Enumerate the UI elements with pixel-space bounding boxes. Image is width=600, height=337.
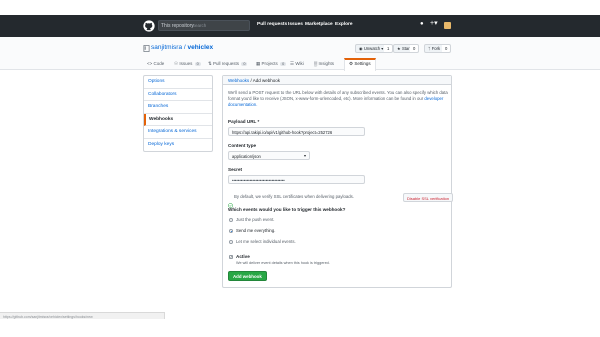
breadcrumb-webhooks-link[interactable]: Webhooks (228, 78, 249, 83)
active-note: We will deliver event details when this … (236, 261, 330, 265)
star-icon: ★ (397, 46, 401, 51)
add-webhook-panel: Webhooks / Add webhook We'll send a POST… (222, 75, 454, 288)
checkmark-icon: ✓ (230, 255, 233, 259)
content-type-value: application/json (232, 153, 261, 159)
radio-send-everything-label: Send me everything. (236, 228, 276, 233)
tab-pull-requests-count: 0 (241, 62, 248, 66)
repo-header: sanjitmisra / vehiclex ◉ Unwatch ▾ 1 ★ S… (0, 37, 600, 71)
nav-explore[interactable]: Explore (335, 22, 353, 27)
radio-push-event[interactable] (229, 218, 233, 222)
tab-issues-count: 0 (194, 62, 201, 66)
tab-projects-count: 0 (280, 62, 287, 66)
repo-owner-link[interactable]: sanjitmisra (151, 44, 182, 51)
secret-label: Secret (228, 167, 243, 172)
active-label: Active (236, 254, 250, 259)
code-icon: <> (147, 61, 153, 66)
sidebar-item-deploy-keys[interactable]: Deploy keys (144, 139, 212, 152)
tab-code-label: Code (153, 61, 165, 66)
tab-pull-requests[interactable]: ⇅ Pull requests 0 (208, 59, 248, 70)
sidebar-item-integrations[interactable]: Integrations & services (144, 126, 212, 139)
ssl-note: By default, we verify SSL certificates w… (234, 194, 354, 199)
tab-projects-label: Projects (261, 61, 278, 66)
nav-marketplace[interactable]: Marketplace (305, 22, 333, 27)
tab-projects[interactable]: ▦ Projects 0 (256, 59, 287, 70)
top-navbar: This repository Search Pull requests Iss… (0, 15, 600, 37)
intro-line-1: We'll send a POST request to the URL bel… (228, 90, 448, 95)
tab-code[interactable]: <> Code (147, 59, 164, 70)
sidebar-item-options[interactable]: Options (144, 76, 212, 89)
issue-icon: ☉ (174, 61, 179, 66)
developer-docs-link-text-2: documentation. (228, 102, 258, 107)
content-type-label: Content type (228, 143, 257, 148)
unwatch-button[interactable]: ◉ Unwatch ▾ (355, 44, 388, 53)
tab-wiki-label: Wiki (295, 61, 304, 66)
radio-individual-events-label: Let me select individual events. (236, 239, 296, 244)
github-logo-icon[interactable] (143, 20, 155, 32)
events-question: Which events would you like to trigger t… (228, 207, 346, 212)
intro-text: We'll send a POST request to the URL bel… (228, 90, 450, 108)
developer-docs-link-text: developer (424, 96, 444, 101)
fork-icon: ᛉ (428, 46, 431, 51)
repo-icon (143, 45, 150, 52)
tab-settings-label: Settings (354, 61, 371, 66)
settings-sidebar: Options Collaborators Branches Webhooks … (143, 75, 213, 152)
nav-issues[interactable]: Issues (288, 22, 303, 27)
fork-count[interactable]: 0 (442, 44, 452, 53)
watch-count[interactable]: 1 (384, 44, 394, 53)
payload-url-label: Payload URL * (228, 119, 260, 124)
sidebar-item-branches[interactable]: Branches (144, 101, 212, 114)
eye-icon: ◉ (359, 46, 363, 51)
tab-insights-label: Insights (318, 61, 334, 66)
plus-icon[interactable]: +▾ (430, 20, 438, 27)
add-webhook-button[interactable]: Add webhook (228, 271, 267, 281)
secret-input[interactable]: •••••••••••••••••••••••••••••••••••• (228, 175, 365, 184)
pull-request-icon: ⇅ (208, 61, 212, 66)
graph-icon: ▒ (314, 61, 318, 66)
bell-icon[interactable]: ● (420, 21, 424, 27)
sidebar-item-webhooks[interactable]: Webhooks (144, 113, 212, 126)
search-input[interactable]: This repository Search (158, 20, 250, 31)
radio-individual-events[interactable] (229, 240, 233, 244)
wiki-icon: ☰ (290, 61, 295, 66)
payload-url-input[interactable]: https://api.takipi.io/api/v1/github-hook… (228, 127, 365, 136)
project-icon: ▦ (256, 61, 261, 66)
tab-issues-label: Issues (179, 61, 193, 66)
star-label: Star (401, 46, 410, 51)
tab-pull-requests-label: Pull requests (213, 61, 240, 66)
breadcrumb: Webhooks / Add webhook (223, 76, 451, 85)
radio-push-event-label: Just the push event. (236, 217, 275, 222)
tab-insights[interactable]: ▒ Insights (314, 59, 334, 70)
search-placeholder: Search (192, 23, 207, 28)
disable-ssl-button[interactable]: Disable SSL verification (403, 193, 454, 202)
content-type-select[interactable]: application/json ▾ (228, 151, 310, 160)
sidebar-item-collaborators[interactable]: Collaborators (144, 89, 212, 101)
fork-label: Fork (431, 46, 441, 51)
intro-line-2: format you'd like to receive (JSON, x-ww… (228, 96, 424, 101)
radio-send-everything[interactable] (229, 229, 233, 233)
tab-settings[interactable]: ⚙ Settings (344, 58, 376, 71)
active-checkbox[interactable]: ✓ (229, 255, 233, 259)
nav-pull-requests[interactable]: Pull requests (257, 22, 287, 27)
tab-wiki[interactable]: ☰ Wiki (290, 59, 304, 70)
search-scope-label: This repository (161, 23, 194, 29)
tab-issues[interactable]: ☉ Issues 0 (174, 59, 201, 70)
chevron-down-icon: ▾ (303, 153, 306, 158)
unwatch-label: Unwatch (363, 46, 381, 51)
gear-icon: ⚙ (349, 61, 354, 66)
browser-viewport: This repository Search Pull requests Iss… (0, 0, 600, 337)
star-count[interactable]: 0 (410, 44, 420, 53)
avatar[interactable] (444, 22, 451, 29)
repo-title: sanjitmisra / vehiclex (151, 44, 213, 51)
browser-status-url: https://github.com/sanjitmisra/vehiclex/… (0, 312, 165, 319)
breadcrumb-current: Add webhook (252, 78, 280, 83)
repo-name-link[interactable]: vehiclex (187, 44, 213, 51)
